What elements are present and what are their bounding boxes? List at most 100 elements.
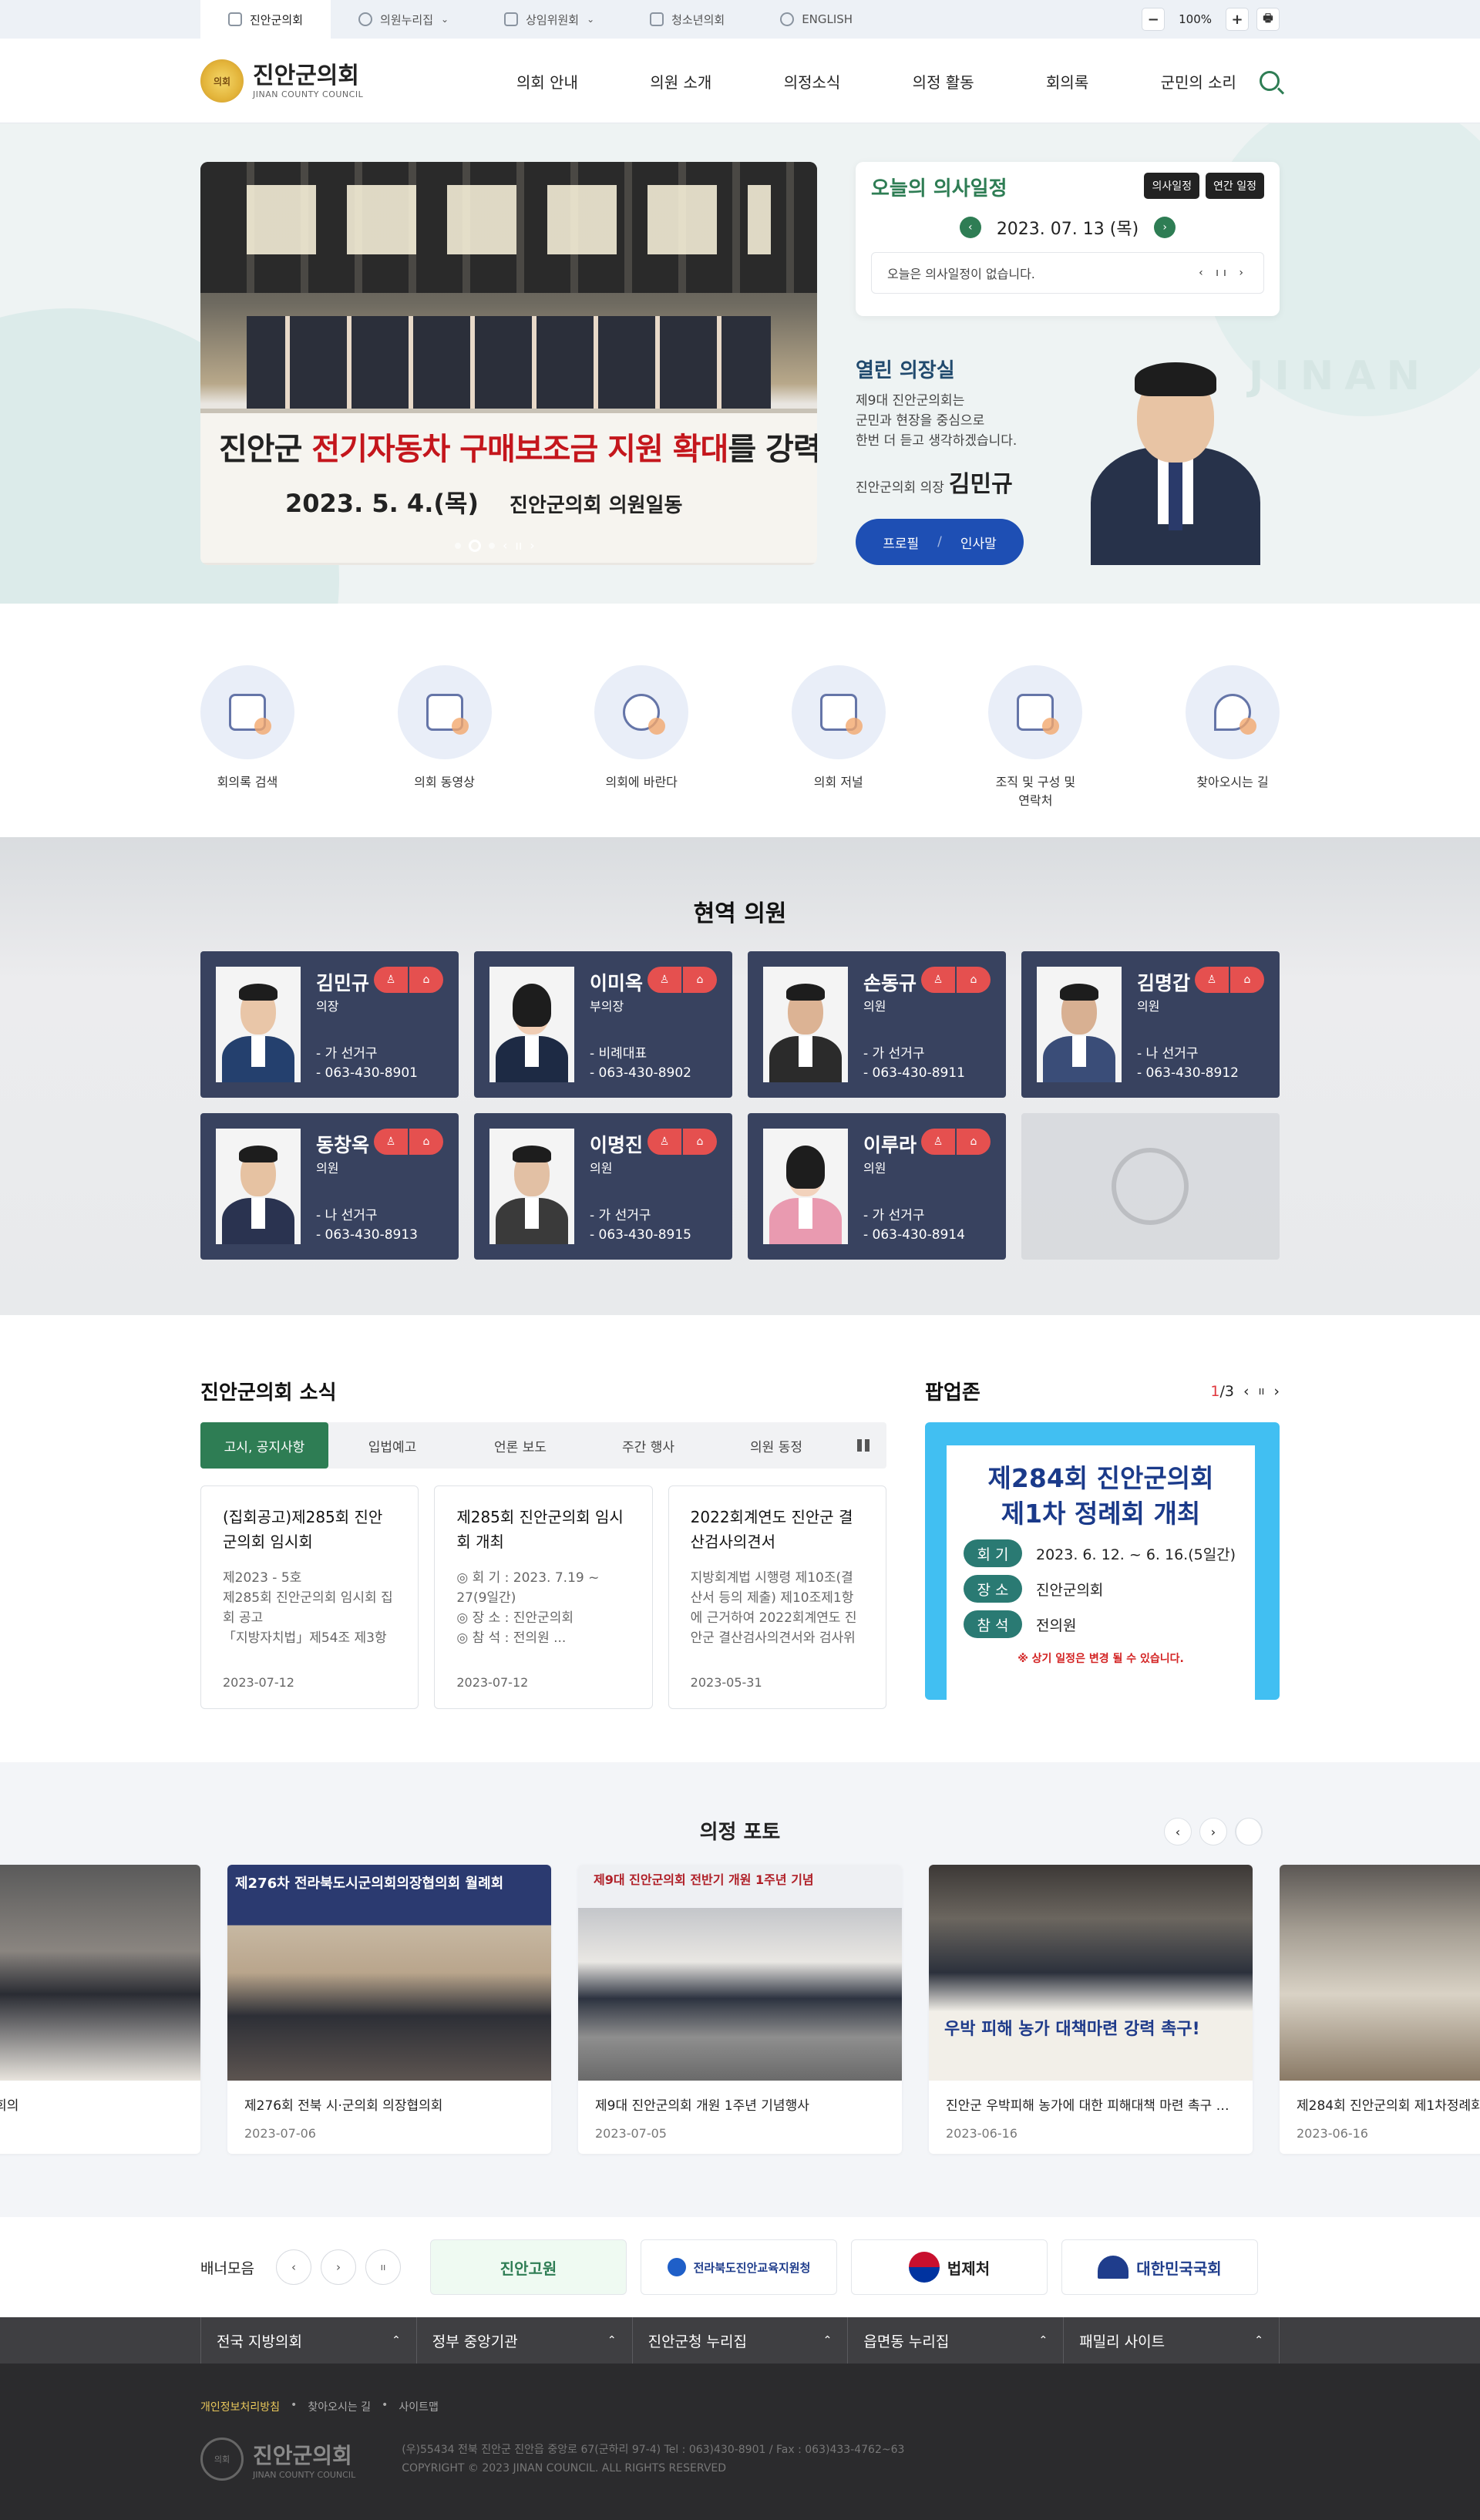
prev-photo-button[interactable]: ‹ xyxy=(1164,1818,1192,1845)
photo-card[interactable]: 제276차 전라북도시군의회의장협의회 월례회 제276회 전북 시·군의회 의… xyxy=(227,1865,551,2154)
member-card[interactable]: 이미옥 부의장 ♙ ⌂ - 비례대표 - 063-430-8902 xyxy=(474,951,732,1098)
quick-directions[interactable]: 찾아오시는 길 xyxy=(1185,665,1280,809)
news-card[interactable]: (집회공고)제285회 진안군의회 임시회 제2023 - 5호 제285회 진안… xyxy=(200,1485,419,1709)
photo-card[interactable]: 회 임시회 제1차본회의 xyxy=(0,1865,200,2154)
banner-pause-button[interactable]: ıı xyxy=(365,2249,401,2285)
quick-organization[interactable]: 조직 및 구성 및 연락처 xyxy=(988,665,1083,809)
photo-card[interactable]: 제9대 진안군의회 전반기 개원 1주년 기념 제9대 진안군의회 개원 1주년… xyxy=(578,1865,902,2154)
homepage-icon[interactable]: ⌂ xyxy=(683,1129,717,1155)
news-card[interactable]: 2022회계연도 진안군 결산검사의견서 지방회계법 시행령 제10조(결산서 등… xyxy=(668,1485,886,1709)
member-card[interactable]: 이명진 의원 ♙ ⌂ - 가 선거구 - 063-430-8915 xyxy=(474,1113,732,1260)
chevron-left-icon[interactable]: ‹ xyxy=(503,538,507,553)
profile-icon[interactable]: ♙ xyxy=(1195,967,1229,993)
tab-press[interactable]: 언론 보도 xyxy=(456,1422,584,1469)
site-logo[interactable]: 의회 진안군의회 JINAN COUNTY COUNCIL xyxy=(200,59,470,103)
util-tab-committee[interactable]: 상임위원회 ⌄ xyxy=(476,0,622,39)
quick-journal[interactable]: 의회 저널 xyxy=(791,665,886,809)
slide-dot[interactable] xyxy=(489,542,495,549)
council-seal-watermark-icon xyxy=(1112,1148,1189,1225)
util-tab-english[interactable]: ENGLISH xyxy=(752,0,880,39)
member-card[interactable]: 김민규 의장 ♙ ⌂ - 가 선거구 - 063-430-8901 xyxy=(200,951,459,1098)
select-local-councils[interactable]: 전국 지방의회 ⌃ xyxy=(200,2317,416,2364)
banner-jinan[interactable]: 진안고원 xyxy=(430,2239,627,2295)
greeting-button[interactable]: 인사말 xyxy=(960,533,997,552)
profile-icon[interactable]: ♙ xyxy=(648,967,681,993)
member-card[interactable]: 이루라 의원 ♙ ⌂ - 가 선거구 - 063-430-8914 xyxy=(748,1113,1006,1260)
slide-dot-active[interactable] xyxy=(469,539,481,552)
privacy-policy-link[interactable]: 개인정보처리방침 xyxy=(200,2399,280,2414)
banner-moleg[interactable]: 법제처 xyxy=(851,2239,1048,2295)
homepage-icon[interactable]: ⌂ xyxy=(409,1129,443,1155)
util-tab-council[interactable]: 진안군의회 xyxy=(200,0,331,39)
select-family-sites[interactable]: 패밀리 사이트 ⌃ xyxy=(1063,2317,1280,2364)
nav-news[interactable]: 의정소식 xyxy=(784,70,841,93)
chevron-left-icon[interactable]: ‹ xyxy=(1243,1383,1250,1400)
search-icon[interactable] xyxy=(1260,71,1280,91)
profile-icon[interactable]: ♙ xyxy=(921,967,955,993)
profile-icon[interactable]: ♙ xyxy=(921,1129,955,1155)
news-card[interactable]: 제285회 진안군의회 임시회 개최 ◎ 회 기 : 2023. 7.19 ~ 2… xyxy=(434,1485,653,1709)
homepage-icon[interactable]: ⌂ xyxy=(1230,967,1264,993)
select-gov-agencies[interactable]: 정부 중앙기관 ⌃ xyxy=(415,2317,632,2364)
nav-members[interactable]: 의원 소개 xyxy=(650,70,711,93)
schedule-controls[interactable]: ‹ ıı › xyxy=(1199,267,1248,279)
slide-dot[interactable] xyxy=(455,542,461,549)
zoom-in-button[interactable]: + xyxy=(1226,8,1249,31)
popup-zone: 팝업존 1/3 ‹ ıı › 제284회 진안군의회 제1차 정례회 개최 회 … xyxy=(925,1377,1280,1709)
schedule-button[interactable]: 의사일정 xyxy=(1144,173,1200,199)
pause-icon[interactable]: ıı xyxy=(1259,1385,1265,1398)
select-town-sites[interactable]: 읍면동 누리집 ⌃ xyxy=(847,2317,1063,2364)
popup-banner[interactable]: 제284회 진안군의회 제1차 정례회 개최 회 기 2023. 6. 12. ~… xyxy=(925,1422,1280,1700)
banner-national-assembly[interactable]: 대한민국국회 xyxy=(1061,2239,1258,2295)
member-card[interactable]: 김명갑 의원 ♙ ⌂ - 나 선거구 - 063-430-8912 xyxy=(1021,951,1280,1098)
banner-education-office[interactable]: 전라북도진안교육지원청 xyxy=(641,2239,837,2295)
more-button[interactable] xyxy=(840,1422,886,1469)
util-tab-members[interactable]: 의원누리집 ⌄ xyxy=(331,0,476,39)
member-phone: - 063-430-8902 xyxy=(590,1065,691,1081)
member-card[interactable]: 손동규 의원 ♙ ⌂ - 가 선거구 - 063-430-8911 xyxy=(748,951,1006,1098)
annual-schedule-button[interactable]: 연간 일정 xyxy=(1206,173,1264,199)
banner-prev-button[interactable]: ‹ xyxy=(276,2249,311,2285)
quick-minutes-search[interactable]: 회의록 검색 xyxy=(200,665,294,809)
tab-legislation[interactable]: 입법예고 xyxy=(328,1422,456,1469)
prev-day-button[interactable]: ‹ xyxy=(959,217,981,238)
sitemap-link[interactable]: 사이트맵 xyxy=(399,2399,439,2414)
profile-icon[interactable]: ♙ xyxy=(648,1129,681,1155)
photo-card[interactable]: 우박 피해 농가 대책마련 강력 촉구! 진안군 우박피해 농가에 대한 피해대… xyxy=(929,1865,1253,2154)
homepage-icon[interactable]: ⌂ xyxy=(683,967,717,993)
main-slider[interactable]: 진안군 전기자동차 구매보조금 지원 확대를 강력히 촉구한다! 2023. 5… xyxy=(200,162,817,565)
pause-icon[interactable]: ıı xyxy=(515,538,522,553)
chevron-right-icon[interactable]: › xyxy=(530,538,534,553)
member-role: 의장 xyxy=(316,999,339,1014)
select-county-site[interactable]: 진안군청 누리집 ⌃ xyxy=(631,2317,848,2364)
next-day-button[interactable]: › xyxy=(1154,217,1176,238)
profile-icon[interactable]: ♙ xyxy=(374,1129,408,1155)
directions-link[interactable]: 찾아오시는 길 xyxy=(308,2399,371,2414)
grid-view-button[interactable] xyxy=(1235,1818,1263,1845)
nav-activity[interactable]: 의정 활동 xyxy=(913,70,974,93)
profile-icon[interactable]: ♙ xyxy=(374,967,408,993)
zoom-out-button[interactable]: − xyxy=(1142,8,1166,31)
nav-minutes[interactable]: 회의록 xyxy=(1046,70,1088,93)
util-tab-youth[interactable]: 청소년의회 xyxy=(622,0,752,39)
homepage-icon[interactable]: ⌂ xyxy=(957,1129,991,1155)
tab-weekly[interactable]: 주간 행사 xyxy=(584,1422,712,1469)
profile-button[interactable]: 프로필 xyxy=(883,533,919,552)
homepage-icon[interactable]: ⌂ xyxy=(409,967,443,993)
next-photo-button[interactable]: › xyxy=(1199,1818,1227,1845)
homepage-icon[interactable]: ⌂ xyxy=(957,967,991,993)
quick-suggestion[interactable]: 의회에 바란다 xyxy=(594,665,689,809)
banner-next-button[interactable]: › xyxy=(321,2249,356,2285)
nav-voice[interactable]: 군민의 소리 xyxy=(1161,70,1236,93)
tab-member-news[interactable]: 의원 동정 xyxy=(712,1422,840,1469)
members-grid: 김민규 의장 ♙ ⌂ - 가 선거구 - 063-430-8901 이미옥 부의장 ♙ ⌂ - 비례… xyxy=(200,951,1280,1260)
tab-notice[interactable]: 고시, 공지사항 xyxy=(200,1422,328,1469)
print-button[interactable]: 🖶 xyxy=(1256,8,1280,31)
chevron-right-icon[interactable]: › xyxy=(1273,1383,1280,1400)
member-card[interactable]: 동창옥 의원 ♙ ⌂ - 나 선거구 - 063-430-8913 xyxy=(200,1113,459,1260)
nav-council-info[interactable]: 의회 안내 xyxy=(516,70,578,93)
photo-card[interactable]: 제284회 진안군의회 제1차정례회 2023-06-16 xyxy=(1280,1865,1480,2154)
quick-video[interactable]: 의회 동영상 xyxy=(397,665,492,809)
main-visual: 진안군 전기자동차 구매보조금 지원 확대를 강력히 촉구한다! 2023. 5… xyxy=(0,123,1480,604)
member-district: - 가 선거구 xyxy=(863,1208,925,1223)
